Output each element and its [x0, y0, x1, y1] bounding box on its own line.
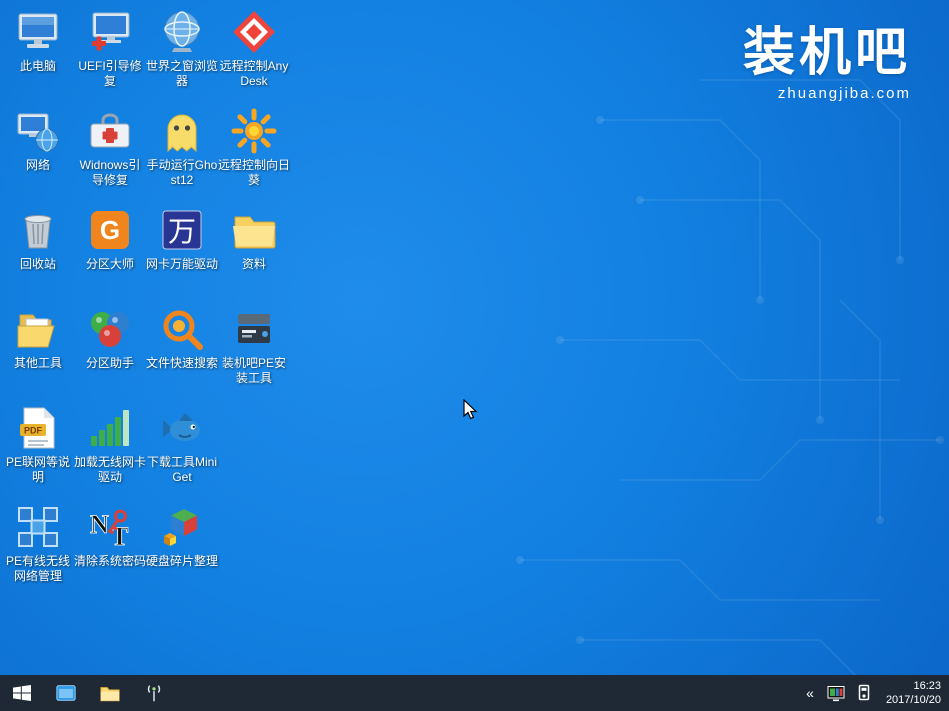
pe-installer-icon [230, 305, 278, 353]
clock-date: 2017/10/20 [886, 693, 941, 707]
desktop-icon-label: 手动运行Ghost12 [146, 158, 218, 188]
desktop-icon-label: PE联网等说明 [2, 455, 74, 485]
recycle-bin-icon [14, 206, 62, 254]
folder-icon [230, 206, 278, 254]
desktop-icon-label: 此电脑 [2, 59, 74, 74]
desktop-icon-label: PE有线无线网络管理 [2, 554, 74, 584]
svg-text:万: 万 [168, 216, 196, 247]
mouse-cursor [463, 399, 479, 421]
brand-logo-subtitle: zhuangjiba.com [743, 85, 911, 102]
desktop-icon-label: 下载工具MiniGet [146, 455, 218, 485]
brand-logo-title: 装机吧 [743, 26, 911, 81]
brand-logo: 装机吧 zhuangjiba.com [743, 26, 911, 102]
wan-driver-icon: 万 [158, 206, 206, 254]
defrag-icon [158, 503, 206, 551]
desktop-icon-label: 加载无线网卡驱动 [74, 455, 146, 485]
wifi-driver-icon [86, 404, 134, 452]
windows-logo-icon [12, 683, 32, 703]
diskgenius-icon: G [86, 206, 134, 254]
taskbar-buttons [0, 675, 176, 711]
desktop-icon-ghost[interactable]: 手动运行Ghost12 [146, 107, 218, 188]
display-settings-tray[interactable] [826, 683, 846, 703]
desktop-icon-label: 回收站 [2, 257, 74, 272]
desktop-icon-label: 网卡万能驱动 [146, 257, 218, 272]
desktop-icon-pe-network-manager[interactable]: PE有线无线网络管理 [2, 503, 74, 584]
nt-password-icon: NT [86, 503, 134, 551]
desktop-icon-label: 资料 [218, 257, 290, 272]
desktop-icon-toolbox-repair[interactable]: Widnows引导修复 [74, 107, 146, 188]
desktop-icon-label: 分区大师 [74, 257, 146, 272]
desktop-icon-label: 世界之窗浏览器 [146, 59, 218, 89]
hardware-device-tray[interactable] [854, 683, 874, 703]
network-icon [14, 107, 62, 155]
desktop-icon-label: 硬盘碎片整理 [146, 554, 218, 569]
desktop-icon-label: 远程控制向日葵 [218, 158, 290, 188]
desktop-icon-nt-password[interactable]: NT 清除系统密码 [74, 503, 146, 569]
svg-text:N: N [90, 510, 109, 539]
desktop-icon-diskgenius[interactable]: G 分区大师 [74, 206, 146, 272]
desktop-icon-label: 网络 [2, 158, 74, 173]
anydesk-icon [230, 8, 278, 56]
desktop-icon-network[interactable]: 网络 [2, 107, 74, 173]
svg-text:G: G [100, 215, 120, 245]
desktop-icon-label: 清除系统密码 [74, 554, 146, 569]
ghost-icon [158, 107, 206, 155]
file-explorer-button[interactable] [88, 675, 132, 711]
file-search-icon [158, 305, 206, 353]
desktop-icon-pdf-doc[interactable]: PDF PE联网等说明 [2, 404, 74, 485]
pdf-doc-icon: PDF [14, 404, 62, 452]
desktop-icon-anydesk[interactable]: 远程控制AnyDesk [218, 8, 290, 89]
desktop-icon-defrag[interactable]: 硬盘碎片整理 [146, 503, 218, 569]
desktop-icon-folder[interactable]: 资料 [218, 206, 290, 272]
sunflower-icon [230, 107, 278, 155]
desktop-icon-computer[interactable]: 此电脑 [2, 8, 74, 74]
desktop-icon-recycle-bin[interactable]: 回收站 [2, 206, 74, 272]
desktop-icon-fish-downloader[interactable]: 下载工具MiniGet [146, 404, 218, 485]
wireless-antenna-icon [143, 682, 165, 704]
taskbar: « 16:23 2017/10/20 [0, 675, 949, 711]
desktop-icon-partition-assistant[interactable]: 分区助手 [74, 305, 146, 371]
desktop-icon-label: 其他工具 [2, 356, 74, 371]
desktop-icon-label: UEFI引导修复 [74, 59, 146, 89]
desktop-icon-folder-open[interactable]: 其他工具 [2, 305, 74, 371]
desktop-icon-sunflower[interactable]: 远程控制向日葵 [218, 107, 290, 188]
desktop-icon-label: 远程控制AnyDesk [218, 59, 290, 89]
pe-network-manager-icon [14, 503, 62, 551]
desktop-icon-label: 分区助手 [74, 356, 146, 371]
desktop-icon-label: Widnows引导修复 [74, 158, 146, 188]
desktop-icon-label: 文件快速搜索 [146, 356, 218, 371]
clock[interactable]: 16:23 2017/10/20 [882, 679, 941, 708]
folder-small-icon [99, 682, 121, 704]
desktop-icon-wifi-driver[interactable]: 加载无线网卡驱动 [74, 404, 146, 485]
svg-text:PDF: PDF [24, 426, 43, 436]
tray-expand-icon[interactable]: « [802, 685, 818, 701]
globe-browser-icon [158, 8, 206, 56]
network-status-button[interactable] [132, 675, 176, 711]
fish-downloader-icon [158, 404, 206, 452]
partition-assistant-icon [86, 305, 134, 353]
desktop-icon-label: 装机吧PE安装工具 [218, 356, 290, 386]
tray-icon-group [826, 683, 874, 703]
desktop-icon-pe-installer[interactable]: 装机吧PE安装工具 [218, 305, 290, 386]
desktop: 装机吧 zhuangjiba.com 此电脑UEFI引导修复世界之窗浏览器远程控… [0, 0, 949, 711]
folder-open-icon [14, 305, 62, 353]
desktop-icon-wan-driver[interactable]: 万网卡万能驱动 [146, 206, 218, 272]
system-tray: « 16:23 2017/10/20 [802, 679, 949, 708]
clock-time: 16:23 [886, 679, 941, 693]
uefi-repair-icon [86, 8, 134, 56]
start-button[interactable] [0, 675, 44, 711]
desktop-icon-globe-browser[interactable]: 世界之窗浏览器 [146, 8, 218, 89]
computer-icon [14, 8, 62, 56]
desktop-icon-file-search[interactable]: 文件快速搜索 [146, 305, 218, 371]
blue-window-icon [55, 682, 77, 704]
show-desktop-button[interactable] [44, 675, 88, 711]
desktop-icon-uefi-repair[interactable]: UEFI引导修复 [74, 8, 146, 89]
toolbox-repair-icon [86, 107, 134, 155]
